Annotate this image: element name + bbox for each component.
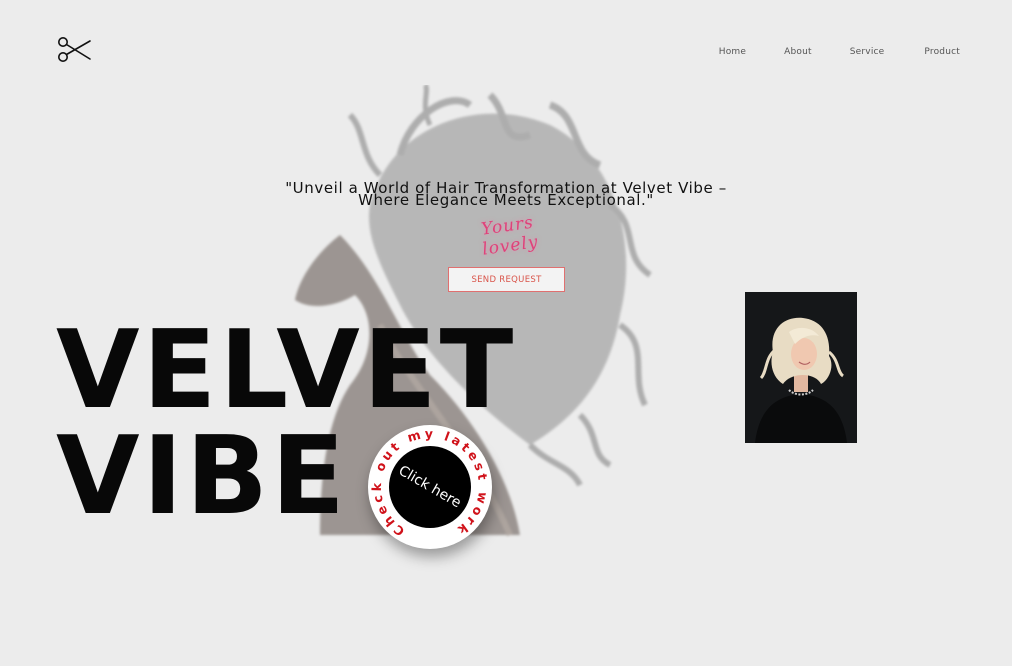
hero-tagline: "Unveil a World of Hair Transformation a… bbox=[270, 181, 742, 208]
main-nav: Home About Service Product bbox=[719, 47, 960, 57]
headline-line1: VELVET bbox=[56, 308, 517, 433]
nav-product-link[interactable]: Product bbox=[924, 47, 960, 57]
badge-center[interactable]: Click here bbox=[389, 446, 471, 528]
nav-about-link[interactable]: About bbox=[784, 47, 812, 57]
send-request-button[interactable]: SEND REQUEST bbox=[448, 267, 565, 292]
latest-work-badge[interactable]: Check out my latest work Click here bbox=[368, 425, 492, 549]
nav-service-link[interactable]: Service bbox=[850, 47, 885, 57]
scissors-logo-icon[interactable] bbox=[56, 34, 92, 66]
nav-home-link[interactable]: Home bbox=[719, 47, 746, 57]
portrait-photo bbox=[745, 292, 857, 443]
badge-click-label[interactable]: Click here bbox=[396, 463, 464, 512]
portrait-illustration bbox=[745, 292, 857, 443]
